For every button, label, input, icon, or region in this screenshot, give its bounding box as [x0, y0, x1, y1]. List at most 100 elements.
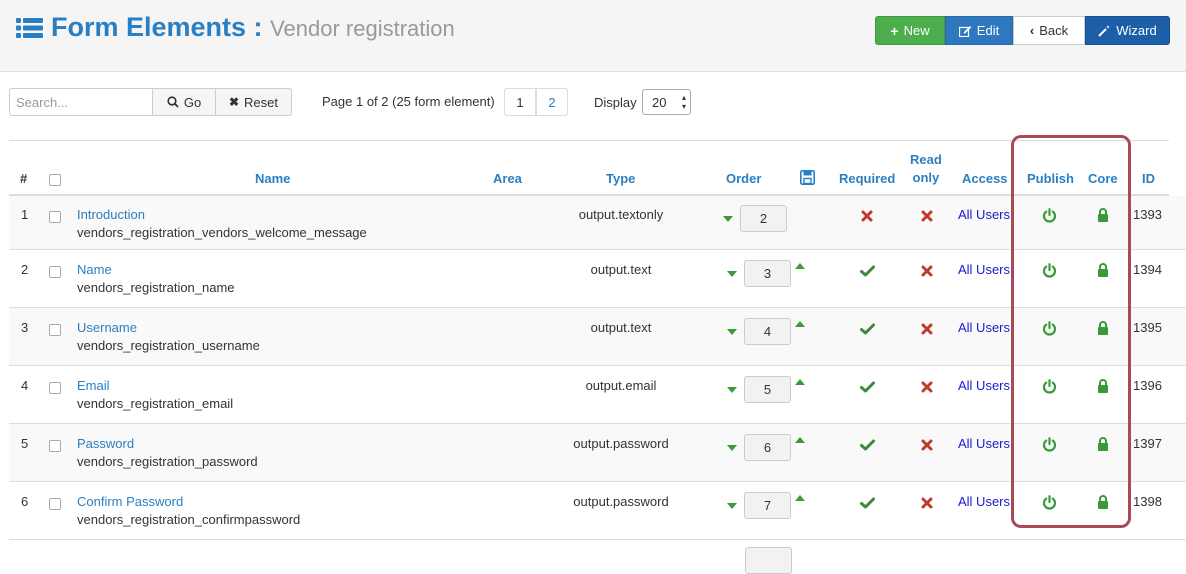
publish-power-icon[interactable] [1041, 494, 1057, 510]
search-icon [167, 96, 179, 108]
move-up-icon[interactable] [795, 495, 805, 501]
element-label-link[interactable]: Username [77, 320, 137, 335]
move-down-icon[interactable] [727, 329, 737, 335]
move-up-icon[interactable] [795, 263, 805, 269]
element-label-link[interactable]: Password [77, 436, 134, 451]
publish-power-icon[interactable] [1041, 207, 1057, 223]
column-header-publish[interactable]: Publish [1027, 170, 1074, 188]
table-row: 1 Introduction vendors_registration_vend… [9, 196, 1186, 250]
element-label-link[interactable]: Introduction [77, 207, 145, 222]
core-lock-icon[interactable] [1095, 378, 1111, 394]
core-lock-icon[interactable] [1095, 262, 1111, 278]
order-input[interactable]: 4 [744, 318, 791, 345]
column-header-required[interactable]: Required [839, 170, 895, 188]
access-link[interactable]: All Users [958, 378, 1010, 393]
element-id: 1395 [1133, 320, 1162, 335]
access-link[interactable]: All Users [958, 262, 1010, 277]
page-link-1[interactable]: 1 [504, 88, 536, 116]
page-header: Form Elements : Vendor registration + Ne… [0, 0, 1186, 72]
column-header-number: # [20, 171, 28, 186]
access-link[interactable]: All Users [958, 494, 1010, 509]
move-up-icon[interactable] [795, 379, 805, 385]
move-up-icon[interactable] [795, 437, 805, 443]
move-down-icon[interactable] [727, 503, 737, 509]
read-only-cross-icon[interactable] [919, 321, 935, 337]
row-checkbox[interactable] [49, 440, 61, 452]
publish-power-icon[interactable] [1041, 262, 1057, 278]
column-header-name[interactable]: Name [255, 170, 290, 188]
read-only-cross-icon[interactable] [919, 495, 935, 511]
page-link-2[interactable]: 2 [536, 88, 568, 116]
element-label-link[interactable]: Email [77, 378, 110, 393]
display-count-select[interactable]: 20 ▴ ▾ [642, 89, 691, 115]
element-label-link[interactable]: Confirm Password [77, 494, 183, 509]
move-down-icon[interactable] [727, 271, 737, 277]
chevron-left-icon: ‹ [1029, 23, 1035, 38]
move-down-icon[interactable] [727, 387, 737, 393]
column-header-order[interactable]: Order [726, 170, 761, 188]
magic-wand-icon [1098, 24, 1111, 37]
order-input[interactable]: 5 [744, 376, 791, 403]
row-checkbox[interactable] [49, 324, 61, 336]
required-check-icon[interactable] [859, 379, 875, 395]
required-check-icon[interactable] [859, 263, 875, 279]
search-input[interactable] [9, 88, 153, 116]
required-check-icon[interactable] [859, 437, 875, 453]
list-icon [16, 18, 43, 38]
column-header-read-only[interactable]: Read only [910, 151, 942, 187]
row-number: 1 [21, 207, 29, 222]
order-input[interactable]: 6 [744, 434, 791, 461]
column-header-id[interactable]: ID [1142, 170, 1155, 188]
page-subtitle: Vendor registration [270, 16, 455, 41]
go-button[interactable]: Go [152, 88, 216, 116]
column-header-access[interactable]: Access [962, 170, 1008, 188]
order-input-partial[interactable] [745, 547, 792, 574]
page-title: Form Elements : Vendor registration [51, 12, 455, 43]
row-checkbox[interactable] [49, 498, 61, 510]
wizard-button-label: Wizard [1116, 23, 1157, 38]
read-only-cross-icon[interactable] [919, 437, 935, 453]
edit-button[interactable]: Edit [945, 16, 1013, 45]
reset-button[interactable]: ✖ Reset [215, 88, 292, 116]
column-header-area[interactable]: Area [493, 170, 522, 188]
new-button[interactable]: + New [875, 16, 945, 45]
move-down-icon[interactable] [723, 216, 733, 222]
required-check-icon[interactable] [859, 321, 875, 337]
select-all-checkbox[interactable] [49, 174, 61, 186]
element-name: vendors_registration_confirmpassword [77, 512, 301, 527]
save-order-icon[interactable] [800, 170, 815, 185]
element-label-link[interactable]: Name [77, 262, 112, 277]
read-only-cross-icon[interactable] [919, 379, 935, 395]
row-checkbox[interactable] [49, 266, 61, 278]
order-input[interactable]: 2 [740, 205, 787, 232]
required-cross-icon[interactable] [859, 208, 875, 224]
column-header-core[interactable]: Core [1088, 170, 1118, 188]
edit-icon [958, 25, 972, 37]
move-down-icon[interactable] [727, 445, 737, 451]
table-row: 6 Confirm Password vendors_registration_… [9, 482, 1186, 540]
column-header-type[interactable]: Type [606, 170, 635, 188]
core-lock-icon[interactable] [1095, 320, 1111, 336]
required-check-icon[interactable] [859, 495, 875, 511]
element-id: 1398 [1133, 494, 1162, 509]
access-link[interactable]: All Users [958, 320, 1010, 335]
core-lock-icon[interactable] [1095, 207, 1111, 223]
row-checkbox[interactable] [49, 211, 61, 223]
row-checkbox[interactable] [49, 382, 61, 394]
core-lock-icon[interactable] [1095, 436, 1111, 452]
access-link[interactable]: All Users [958, 207, 1010, 222]
read-only-cross-icon[interactable] [919, 263, 935, 279]
back-button[interactable]: ‹ Back [1013, 16, 1085, 45]
new-button-label: New [903, 23, 930, 38]
move-up-icon[interactable] [795, 321, 805, 327]
element-name: vendors_registration_vendors_welcome_mes… [77, 225, 367, 240]
read-only-cross-icon[interactable] [919, 208, 935, 224]
order-input[interactable]: 3 [744, 260, 791, 287]
access-link[interactable]: All Users [958, 436, 1010, 451]
wizard-button[interactable]: Wizard [1085, 16, 1170, 45]
publish-power-icon[interactable] [1041, 436, 1057, 452]
core-lock-icon[interactable] [1095, 494, 1111, 510]
order-input[interactable]: 7 [744, 492, 791, 519]
publish-power-icon[interactable] [1041, 320, 1057, 336]
publish-power-icon[interactable] [1041, 378, 1057, 394]
